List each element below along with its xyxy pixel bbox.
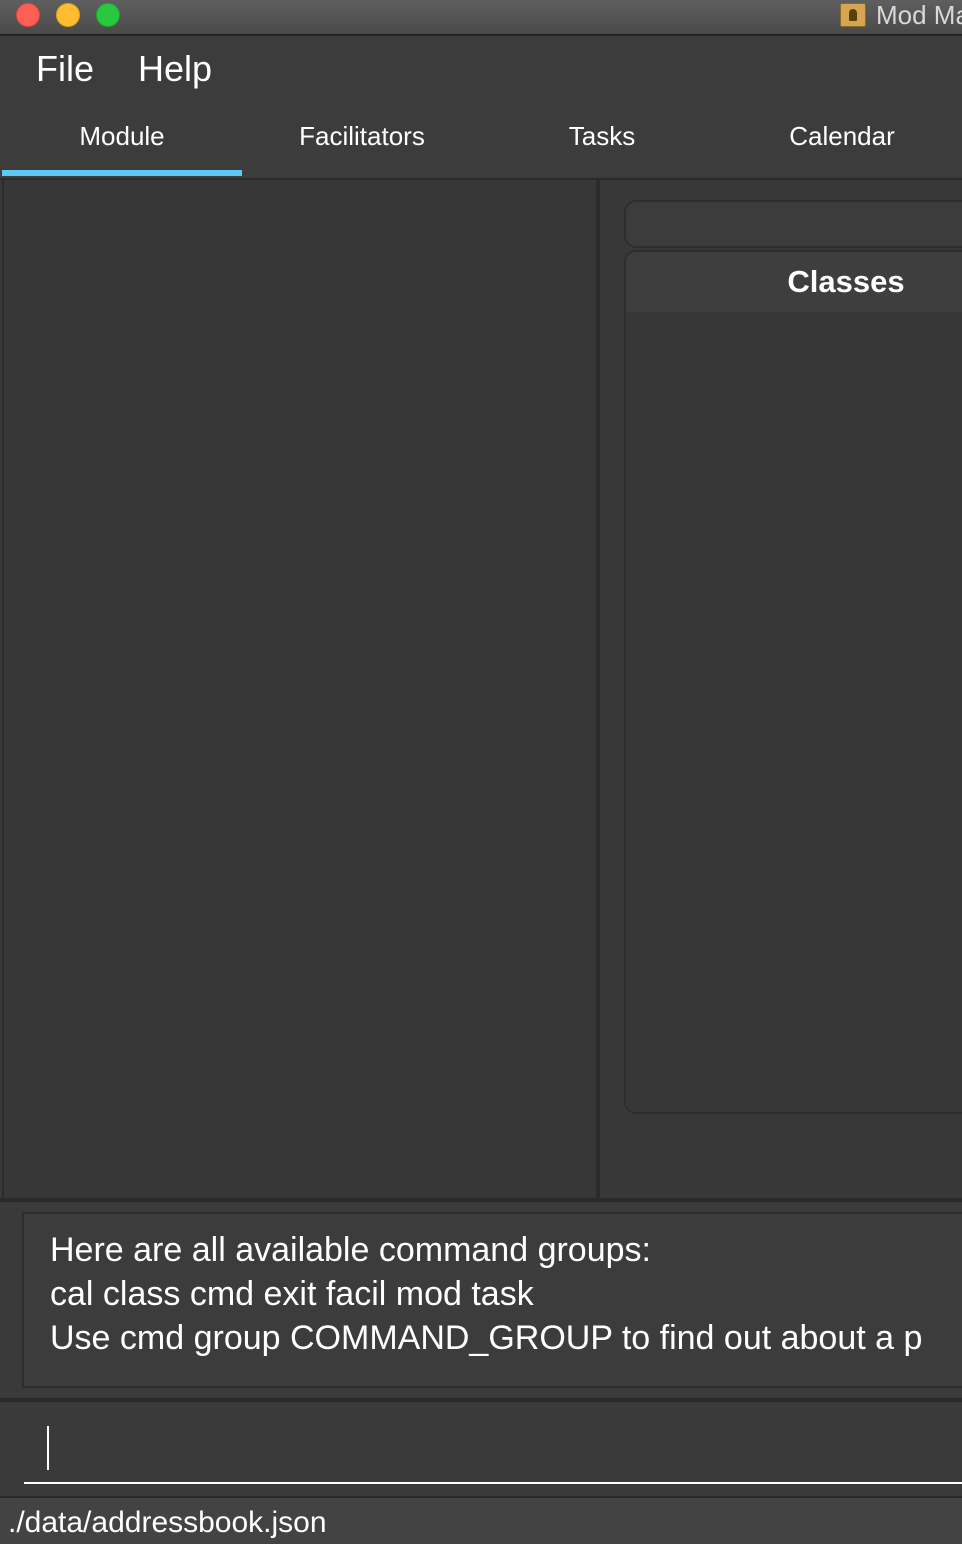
tab-bar: Module Facilitators Tasks Calendar xyxy=(0,98,962,180)
status-bar: ./data/addressbook.json xyxy=(0,1496,962,1544)
zoom-window-button[interactable] xyxy=(96,3,120,27)
tab-tasks[interactable]: Tasks xyxy=(482,98,722,176)
text-caret xyxy=(47,1426,49,1470)
command-input[interactable] xyxy=(24,1412,962,1484)
classes-header: Classes xyxy=(626,252,962,312)
tab-calendar[interactable]: Calendar xyxy=(722,98,962,176)
command-box-area xyxy=(0,1402,962,1496)
tab-facilitators[interactable]: Facilitators xyxy=(242,98,482,176)
minimize-window-button[interactable] xyxy=(56,3,80,27)
address-book-icon xyxy=(840,3,866,27)
classes-title: Classes xyxy=(787,264,905,299)
status-file-path: ./data/addressbook.json xyxy=(8,1506,327,1539)
result-line: Use cmd group COMMAND_GROUP to find out … xyxy=(50,1319,923,1357)
result-display[interactable]: Here are all available command groups: c… xyxy=(22,1212,962,1388)
module-detail-pane: Classes xyxy=(604,180,962,1200)
close-window-button[interactable] xyxy=(16,3,40,27)
tab-module[interactable]: Module xyxy=(2,98,242,176)
module-header-strip xyxy=(624,200,962,248)
menu-bar: File Help xyxy=(0,36,962,98)
result-display-area: Here are all available command groups: c… xyxy=(0,1202,962,1398)
result-line: cal class cmd exit facil mod task xyxy=(50,1275,534,1313)
result-line: Here are all available command groups: xyxy=(50,1231,651,1269)
classes-panel[interactable]: Classes xyxy=(624,250,962,1114)
window-title: Mod Ma xyxy=(876,0,962,30)
menu-help[interactable]: Help xyxy=(138,48,212,90)
main-content: Classes xyxy=(0,180,962,1200)
module-list-pane[interactable] xyxy=(2,180,600,1200)
menu-file[interactable]: File xyxy=(36,48,94,90)
title-bar: Mod Ma xyxy=(0,0,962,35)
